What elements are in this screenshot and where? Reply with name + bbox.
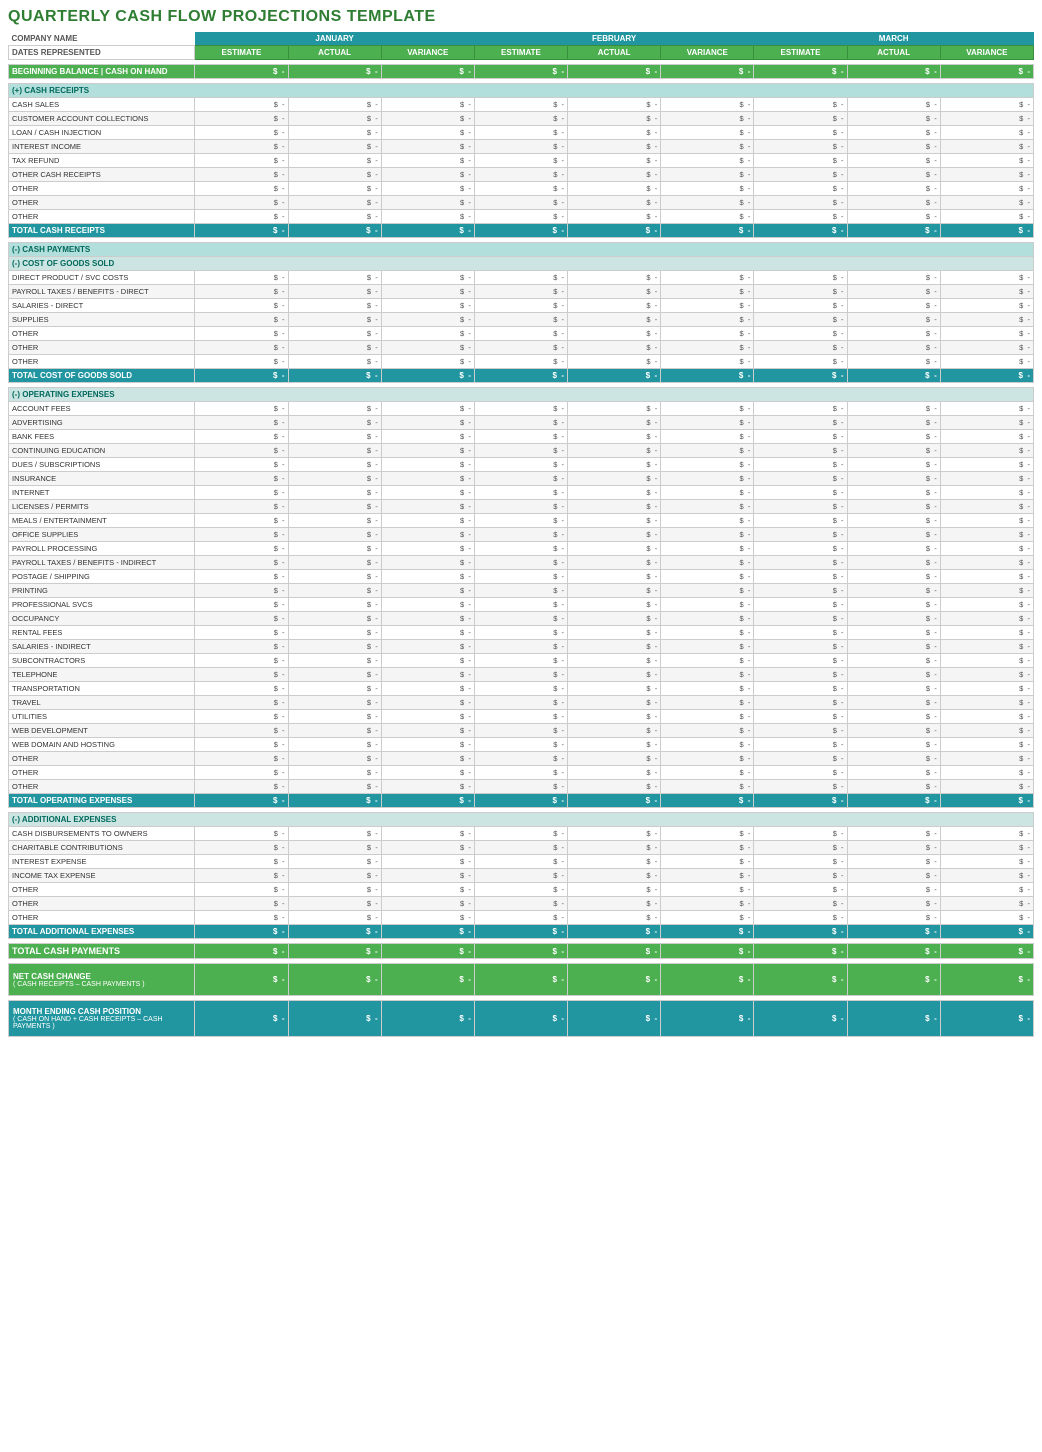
- bb-e3[interactable]: $ -: [754, 65, 847, 79]
- opex-header: (-) OPERATING EXPENSES: [9, 388, 1034, 402]
- opex-item-17: SALARIES - INDIRECT: [9, 640, 195, 654]
- cr-item-0: CASH SALES: [9, 98, 195, 112]
- cogs-header: (-) COST OF GOODS SOLD: [9, 257, 1034, 271]
- col-actual-2: ACTUAL: [568, 46, 661, 60]
- opex-item-12: POSTAGE / SHIPPING: [9, 570, 195, 584]
- opex-item-19: TELEPHONE: [9, 668, 195, 682]
- cogs-item-6: OTHER: [9, 355, 195, 369]
- cogs-item-2: SALARIES - DIRECT: [9, 299, 195, 313]
- opex-item-2: BANK FEES: [9, 430, 195, 444]
- bb-a1[interactable]: $ -: [288, 65, 381, 79]
- opex-item-20: TRANSPORTATION: [9, 682, 195, 696]
- opex-item-8: MEALS / ENTERTAINMENT: [9, 514, 195, 528]
- addl-item-1: CHARITABLE CONTRIBUTIONS: [9, 841, 195, 855]
- opex-item-15: OCCUPANCY: [9, 612, 195, 626]
- opex-item-0: ACCOUNT FEES: [9, 402, 195, 416]
- addl-expenses-header: (-) ADDITIONAL EXPENSES: [9, 813, 1034, 827]
- opex-item-1: ADVERTISING: [9, 416, 195, 430]
- col-actual-1: ACTUAL: [288, 46, 381, 60]
- opex-item-3: CONTINUING EDUCATION: [9, 444, 195, 458]
- opex-item-22: UTILITIES: [9, 710, 195, 724]
- col-actual-3: ACTUAL: [847, 46, 940, 60]
- march-header: MARCH: [754, 32, 1034, 46]
- opex-item-25: OTHER: [9, 752, 195, 766]
- bb-a2[interactable]: $ -: [568, 65, 661, 79]
- cr-item-5: OTHER CASH RECEIPTS: [9, 168, 195, 182]
- opex-item-16: RENTAL FEES: [9, 626, 195, 640]
- opex-item-18: SUBCONTRACTORS: [9, 654, 195, 668]
- january-header: JANUARY: [195, 32, 475, 46]
- col-variance-3: VARIANCE: [940, 46, 1033, 60]
- cr-item-8: OTHER: [9, 210, 195, 224]
- col-variance-2: VARIANCE: [661, 46, 754, 60]
- cogs-item-4: OTHER: [9, 327, 195, 341]
- total-opex-label: TOTAL OPERATING EXPENSES: [9, 794, 195, 808]
- bb-e2[interactable]: $ -: [474, 65, 567, 79]
- opex-item-5: INSURANCE: [9, 472, 195, 486]
- opex-item-27: OTHER: [9, 780, 195, 794]
- company-name-label: COMPANY NAME: [9, 32, 195, 46]
- cr-item-2: LOAN / CASH INJECTION: [9, 126, 195, 140]
- opex-item-24: WEB DOMAIN AND HOSTING: [9, 738, 195, 752]
- cash-payments-header: (-) CASH PAYMENTS: [9, 243, 1034, 257]
- opex-item-13: PRINTING: [9, 584, 195, 598]
- total-addl-label: TOTAL ADDITIONAL EXPENSES: [9, 925, 195, 939]
- cr-item-6: OTHER: [9, 182, 195, 196]
- addl-item-2: INTEREST EXPENSE: [9, 855, 195, 869]
- addl-item-0: CASH DISBURSEMENTS TO OWNERS: [9, 827, 195, 841]
- page-title: QUARTERLY CASH FLOW PROJECTIONS TEMPLATE: [8, 8, 1034, 26]
- addl-item-3: INCOME TAX EXPENSE: [9, 869, 195, 883]
- bb-a3[interactable]: $ -: [847, 65, 940, 79]
- cogs-item-5: OTHER: [9, 341, 195, 355]
- opex-item-7: LICENSES / PERMITS: [9, 500, 195, 514]
- addl-item-5: OTHER: [9, 897, 195, 911]
- cr-item-7: OTHER: [9, 196, 195, 210]
- col-variance-1: VARIANCE: [381, 46, 474, 60]
- net-cash-change-label: NET CASH CHANGE ( CASH RECEIPTS – CASH P…: [9, 964, 195, 996]
- col-estimate-3: ESTIMATE: [754, 46, 847, 60]
- cogs-item-0: DIRECT PRODUCT / SVC COSTS: [9, 271, 195, 285]
- opex-item-14: PROFESSIONAL SVCS: [9, 598, 195, 612]
- opex-item-10: PAYROLL PROCESSING: [9, 542, 195, 556]
- cr-item-1: CUSTOMER ACCOUNT COLLECTIONS: [9, 112, 195, 126]
- dates-label: DATES REPRESENTED: [9, 46, 195, 60]
- opex-item-21: TRAVEL: [9, 696, 195, 710]
- opex-item-26: OTHER: [9, 766, 195, 780]
- cr-item-3: INTEREST INCOME: [9, 140, 195, 154]
- cr-item-4: TAX REFUND: [9, 154, 195, 168]
- addl-item-6: OTHER: [9, 911, 195, 925]
- col-estimate-2: ESTIMATE: [474, 46, 567, 60]
- cogs-item-1: PAYROLL TAXES / BENEFITS - DIRECT: [9, 285, 195, 299]
- bb-e1[interactable]: $ -: [195, 65, 288, 79]
- opex-item-6: INTERNET: [9, 486, 195, 500]
- total-cash-receipts-label: TOTAL CASH RECEIPTS: [9, 224, 195, 238]
- opex-item-23: WEB DEVELOPMENT: [9, 724, 195, 738]
- addl-item-4: OTHER: [9, 883, 195, 897]
- opex-item-11: PAYROLL TAXES / BENEFITS - INDIRECT: [9, 556, 195, 570]
- month-ending-label: MONTH ENDING CASH POSITION ( CASH ON HAN…: [9, 1001, 195, 1037]
- beginning-balance-label: BEGINNING BALANCE | CASH ON HAND: [9, 65, 195, 79]
- cash-receipts-header: (+) CASH RECEIPTS: [9, 84, 1034, 98]
- total-cogs-label: TOTAL COST OF GOODS SOLD: [9, 369, 195, 383]
- total-cash-payments-label: TOTAL CASH PAYMENTS: [9, 944, 195, 959]
- bb-v3[interactable]: $ -: [940, 65, 1033, 79]
- cogs-item-3: SUPPLIES: [9, 313, 195, 327]
- col-estimate-1: ESTIMATE: [195, 46, 288, 60]
- opex-item-4: DUES / SUBSCRIPTIONS: [9, 458, 195, 472]
- february-header: FEBRUARY: [474, 32, 754, 46]
- bb-v2[interactable]: $ -: [661, 65, 754, 79]
- opex-item-9: OFFICE SUPPLIES: [9, 528, 195, 542]
- bb-v1[interactable]: $ -: [381, 65, 474, 79]
